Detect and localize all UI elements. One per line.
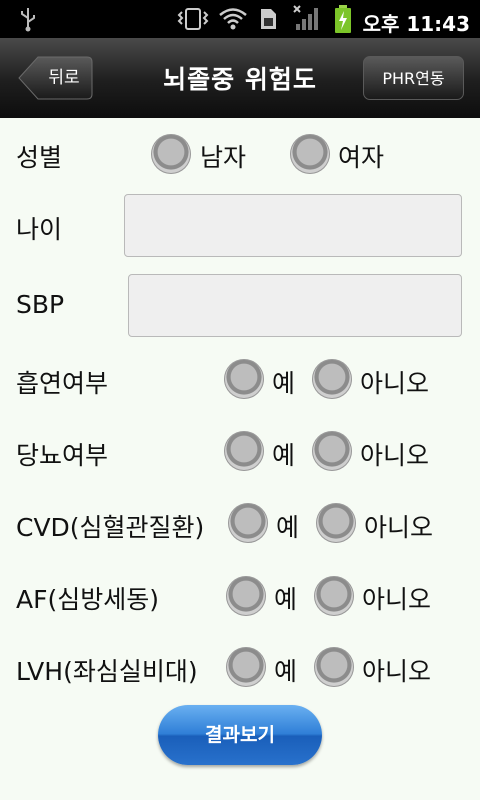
diabetes-label: 당뇨여부 <box>16 441 109 470</box>
sbp-input[interactable] <box>128 274 462 337</box>
wifi-icon <box>219 8 247 30</box>
signal-icon <box>293 5 318 30</box>
battery-charging-icon <box>335 5 351 33</box>
title-bar: 뒤로 뇌졸중 위험도 PHR연동 <box>0 38 480 118</box>
af-no-radio[interactable] <box>314 576 354 616</box>
cvd-label: CVD(심혈관질환) <box>16 513 205 542</box>
diabetes-yes-label: 예 <box>272 441 296 470</box>
view-result-button[interactable]: 결과보기 <box>158 705 322 765</box>
clock: 오후 11:43 <box>362 12 470 36</box>
phr-link-button[interactable]: PHR연동 <box>363 56 464 100</box>
gender-label: 성별 <box>16 143 63 172</box>
smoking-label: 흡연여부 <box>16 369 109 398</box>
cvd-no-label: 아니오 <box>364 513 434 542</box>
lvh-no-label: 아니오 <box>362 657 432 686</box>
age-label: 나이 <box>16 215 63 244</box>
diabetes-no-radio[interactable] <box>312 431 352 471</box>
usb-icon <box>21 8 35 32</box>
cvd-yes-radio[interactable] <box>228 503 268 543</box>
lvh-yes-radio[interactable] <box>226 647 266 687</box>
gender-female-radio[interactable] <box>290 134 330 174</box>
af-yes-radio[interactable] <box>226 576 266 616</box>
smoking-yes-radio[interactable] <box>224 359 264 399</box>
cvd-no-radio[interactable] <box>316 503 356 543</box>
gender-male-label: 남자 <box>200 143 247 172</box>
af-label: AF(심방세동) <box>16 585 159 614</box>
gender-female-label: 여자 <box>338 143 385 172</box>
diabetes-no-label: 아니오 <box>360 441 430 470</box>
vibrate-icon <box>177 8 209 30</box>
smoking-yes-label: 예 <box>272 369 296 398</box>
smoking-no-radio[interactable] <box>312 359 352 399</box>
af-yes-label: 예 <box>274 585 298 614</box>
sim-icon <box>261 9 276 29</box>
status-bar: 오후 11:43 <box>0 0 480 38</box>
af-no-label: 아니오 <box>362 585 432 614</box>
age-input[interactable] <box>124 194 462 257</box>
gender-male-radio[interactable] <box>151 134 191 174</box>
smoking-no-label: 아니오 <box>360 369 430 398</box>
diabetes-yes-radio[interactable] <box>224 431 264 471</box>
sbp-label: SBP <box>16 290 65 319</box>
lvh-no-radio[interactable] <box>314 647 354 687</box>
lvh-yes-label: 예 <box>274 657 298 686</box>
cvd-yes-label: 예 <box>276 513 300 542</box>
lvh-label: LVH(좌심실비대) <box>16 657 198 686</box>
